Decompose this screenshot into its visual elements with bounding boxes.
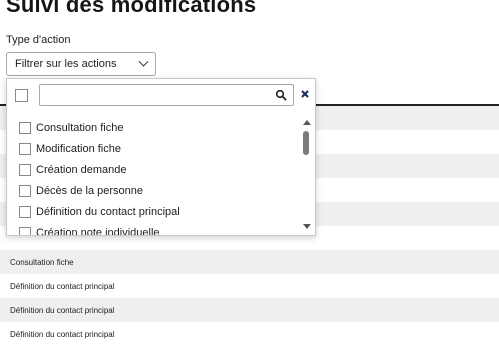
- dropdown-option[interactable]: Modification fiche: [7, 138, 299, 159]
- option-checkbox[interactable]: [19, 121, 31, 134]
- option-label: Création demande: [36, 163, 127, 176]
- dropdown-search-box: [39, 84, 294, 106]
- dropdown-toolbar: [7, 79, 315, 113]
- search-icon[interactable]: [275, 89, 287, 101]
- table-cell-action: Consultation fiche: [10, 257, 74, 267]
- scrollbar-thumb[interactable]: [303, 131, 309, 155]
- dropdown-option[interactable]: Définition du contact principal: [7, 201, 299, 222]
- table-row: Définition du contact principal: [0, 298, 499, 322]
- table-cell-action: Définition du contact principal: [10, 329, 115, 339]
- action-filter-dropdown: Consultation fiche Modification fiche Créa…: [6, 78, 316, 236]
- table-cell-action: Définition du contact principal: [10, 281, 115, 291]
- select-all-checkbox[interactable]: [15, 89, 28, 102]
- action-filter-select[interactable]: Filtrer sur les actions: [6, 52, 156, 76]
- option-checkbox[interactable]: [19, 205, 31, 218]
- option-checkbox[interactable]: [19, 226, 31, 235]
- option-label: Décès de la personne: [36, 184, 144, 197]
- dropdown-option[interactable]: Consultation fiche: [7, 117, 299, 138]
- option-label: Définition du contact principal: [36, 205, 180, 218]
- option-label: Consultation fiche: [36, 121, 124, 134]
- option-label: Modification fiche: [36, 142, 121, 155]
- filter-label: Type d'action: [6, 34, 71, 46]
- option-checkbox[interactable]: [19, 163, 31, 176]
- table-row: Consultation fiche: [0, 250, 499, 274]
- dropdown-scrollbar[interactable]: [301, 117, 313, 233]
- dropdown-option[interactable]: Création note individuelle: [7, 222, 299, 235]
- filter-select-value: Filtrer sur les actions: [15, 58, 117, 70]
- dropdown-search-input[interactable]: [44, 86, 268, 106]
- chevron-down-icon: [138, 56, 149, 67]
- table-row: Définition du contact principal: [0, 274, 499, 298]
- option-checkbox[interactable]: [19, 142, 31, 155]
- table-cell-action: Définition du contact principal: [10, 305, 115, 315]
- dropdown-options-list: Consultation fiche Modification fiche Créa…: [7, 117, 299, 235]
- option-label: Création note individuelle: [36, 226, 160, 236]
- option-checkbox[interactable]: [19, 184, 31, 197]
- scroll-down-arrow-icon[interactable]: [303, 224, 311, 229]
- dropdown-option[interactable]: Décès de la personne: [7, 180, 299, 201]
- dropdown-option[interactable]: Création demande: [7, 159, 299, 180]
- page-title: Suivi des modifications: [6, 0, 257, 17]
- close-icon[interactable]: [298, 87, 312, 101]
- scroll-up-arrow-icon[interactable]: [303, 120, 311, 125]
